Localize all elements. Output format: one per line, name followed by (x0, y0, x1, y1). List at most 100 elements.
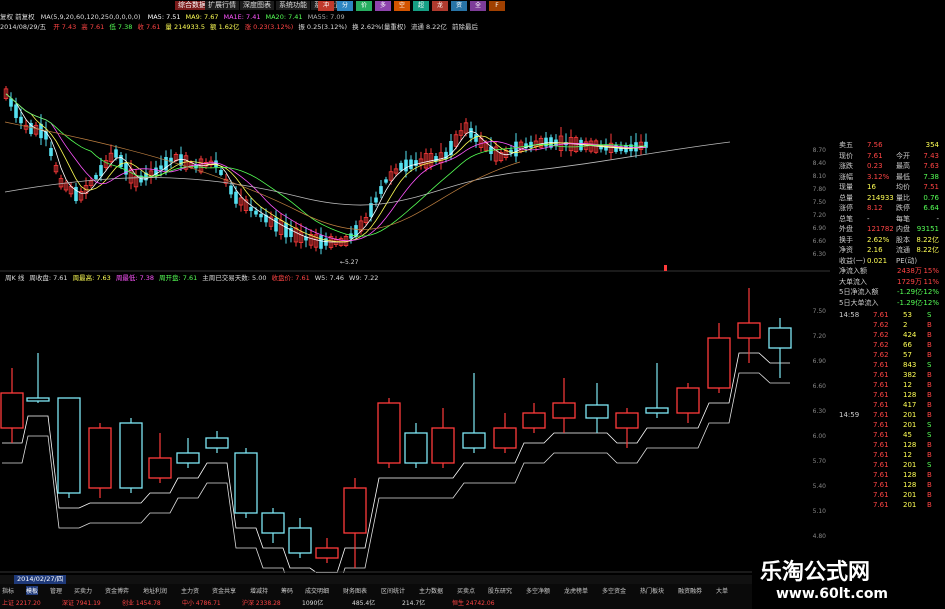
tick-price: 7.61 (873, 481, 889, 489)
top-menu-item[interactable]: 深度图表 (240, 1, 274, 10)
tick-side: B (927, 441, 932, 449)
indicator-tab[interactable]: 买卖力 (74, 586, 92, 595)
indicator-tab[interactable]: 区间统计 (381, 586, 405, 595)
tick-price: 7.61 (873, 381, 889, 389)
weekly-axis-label: 5.70 (813, 458, 827, 465)
toolbar-color-button[interactable]: 龙 (432, 1, 448, 11)
indicator-tab[interactable]: 大单 (716, 586, 728, 595)
indicator-tab[interactable]: 指标 (2, 586, 14, 595)
weekly-candle (404, 432, 428, 464)
quote-panel: 卖五 7.56 354 现价 7.61 今开 7.43 涨跌 0.23 最高 7.63 涨幅 3.12%… (833, 140, 945, 560)
toolbar-color-button[interactable]: 分 (337, 1, 353, 11)
indicator-tab[interactable]: 地址利润 (143, 586, 167, 595)
toolbar-color-button[interactable]: F (489, 1, 505, 11)
quote-label: 股本 (896, 235, 910, 244)
tick-volume: 843 (903, 361, 917, 369)
toolbar-color-button[interactable]: 多 (375, 1, 391, 11)
bar-info-value: 收 7.61 (137, 23, 161, 31)
tick-side: B (927, 391, 932, 399)
quote-value: 7.43 (923, 151, 939, 160)
daily-candle (409, 159, 413, 169)
tick-volume: 201 (903, 501, 917, 509)
index-quote: 485.4亿 (352, 600, 376, 607)
tick-row: 7.62 66 B (833, 340, 945, 350)
indicator-tab[interactable]: 买卖点 (457, 586, 475, 595)
quote-value: 16 (867, 183, 876, 191)
indicator-tab[interactable]: 模板 (26, 586, 39, 595)
toolbar-color-button[interactable]: 价 (356, 1, 372, 11)
main-axis-label: 8.10 (813, 173, 827, 180)
tick-price: 7.61 (873, 371, 889, 379)
index-quote: 1090亿 (302, 600, 324, 607)
top-menu-item[interactable]: 综合数据 (175, 1, 209, 10)
low-price-annotation: ←5.27 (340, 259, 359, 266)
toolbar-color-button[interactable]: 超 (413, 1, 429, 11)
flow-label: 净流入额 (839, 267, 867, 275)
weekly-candle (315, 547, 339, 559)
indicator-tab[interactable]: 融资融券 (678, 586, 702, 595)
weekly-legend-value: W5: 7.46 (314, 274, 345, 282)
quote-row: 换手 2.62% 股本 8.22亿 (833, 235, 945, 245)
weekly-candle (522, 412, 546, 429)
site-watermark: 乐淘公式网 www.60lt.com (752, 548, 945, 609)
bar-info-value: 流通 8.22亿 (410, 23, 447, 31)
index-quote: 深证 7941.19 (62, 600, 101, 607)
quote-row: 涨跌 0.23 最高 7.63 (833, 161, 945, 171)
indicator-tab[interactable]: 管理 (50, 586, 62, 595)
top-menu-item[interactable]: 扩展行情 (205, 1, 239, 10)
tick-volume: 12 (903, 381, 912, 389)
indicator-tab[interactable]: 多空净额 (526, 586, 550, 595)
weekly-candle (552, 402, 576, 419)
top-menu-item[interactable]: 系统功能 (276, 1, 310, 10)
weekly-legend-value: 周开盘: 7.61 (159, 274, 198, 282)
flow-value: -1.29亿 (897, 288, 923, 296)
weekly-candle (377, 402, 401, 464)
quote-label: 卖五 (839, 141, 853, 149)
indicator-tab[interactable]: 增减持 (250, 586, 268, 595)
weekly-legend-value: 周最高: 7.63 (72, 274, 111, 282)
weekly-axis-label: 7.20 (813, 333, 827, 340)
indicator-tab[interactable]: 筹码 (281, 586, 293, 595)
toolbar-color-button[interactable]: 空 (394, 1, 410, 11)
weekly-axis-label: 5.40 (813, 483, 827, 490)
bar-info-value: 开 7.43 (53, 23, 77, 31)
main-axis-label: 6.90 (813, 225, 827, 232)
quote-row: 现量 16 均价 7.51 (833, 182, 945, 192)
indicator-tab[interactable]: 龙虎榜单 (564, 586, 588, 595)
quote-value: 2.16 (867, 246, 883, 254)
indicator-tab[interactable]: 成交明细 (305, 586, 329, 595)
toolbar-color-button[interactable]: 资 (451, 1, 467, 11)
info-line: 2014/08/29/五 开 7.43 高 7.61 低 7.38 收 7.61 量 2… (0, 22, 830, 32)
indicator-tab[interactable]: 股东研究 (488, 586, 512, 595)
toolbar-color-button[interactable]: 冲 (318, 1, 334, 11)
indicator-tab[interactable]: 财务图表 (343, 586, 367, 595)
quote-row: 总笔 - 每笔 - (833, 214, 945, 224)
daily-kline-chart[interactable]: 8.70 8.40 8.10 7.80 7.50 7.20 6.90 6.60 6.30 ←5.2… (0, 32, 830, 272)
tick-side: B (927, 331, 932, 339)
tick-price: 7.61 (873, 421, 889, 429)
daily-candle (529, 141, 533, 148)
tick-row: 7.61 12 B (833, 380, 945, 390)
quote-value: 7.56 (867, 141, 883, 149)
daily-candle (284, 222, 288, 238)
indicator-tab[interactable]: 热门板块 (640, 586, 664, 595)
flow-value: 2438万 (897, 267, 922, 275)
ma-value: MA20: 7.41 (265, 13, 303, 21)
indicator-tab[interactable]: 资金共享 (212, 586, 236, 595)
tick-row: 7.61 128 B (833, 440, 945, 450)
weekly-kline-chart[interactable]: 7.50 7.20 6.90 6.60 6.30 6.00 5.70 5.40 5.10 4.80… (0, 283, 830, 573)
tick-price: 7.61 (873, 411, 889, 419)
weekly-candle (119, 422, 143, 489)
tick-volume: 201 (903, 421, 917, 429)
indicator-tab[interactable]: 主力资 (181, 586, 199, 595)
quote-row: 现价 7.61 今开 7.43 (833, 151, 945, 161)
indicator-tab[interactable]: 主力数据 (419, 586, 443, 595)
toolbar-color-button[interactable]: 全 (470, 1, 486, 11)
indicator-tab[interactable]: 多空资金 (602, 586, 626, 595)
weekly-legend-value: W9: 7.22 (349, 274, 379, 282)
weekly-axis-label: 4.80 (813, 533, 827, 540)
quote-label: 内盘 (896, 225, 910, 233)
index-quote: 创业 1454.78 (122, 600, 161, 607)
indicator-tab[interactable]: 资金博弈 (105, 586, 129, 595)
date-tab[interactable]: 2014/02/27/四 (14, 575, 67, 584)
